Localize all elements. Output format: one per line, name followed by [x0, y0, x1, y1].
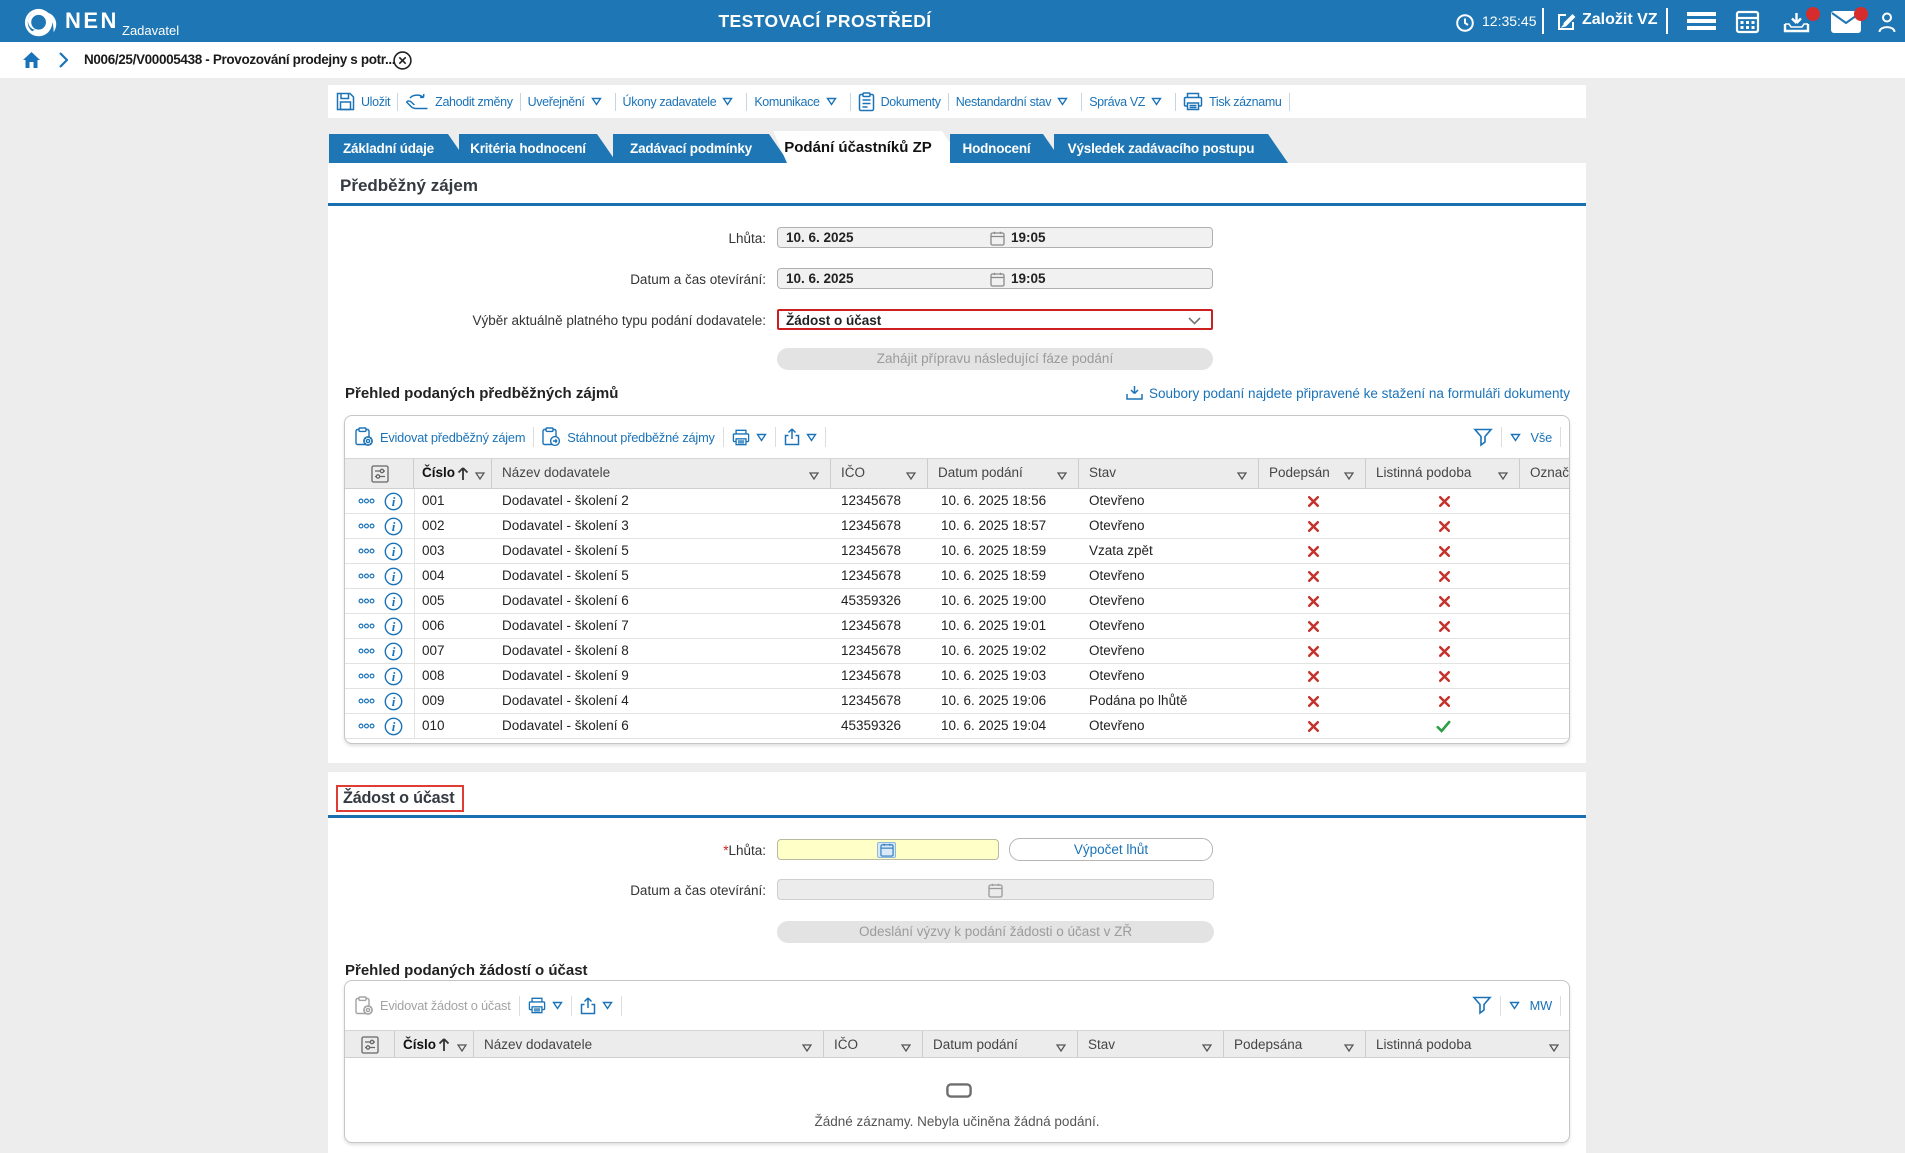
svg-text:i: i	[392, 519, 396, 534]
svg-text:i: i	[392, 494, 396, 509]
svg-text:i: i	[392, 569, 396, 584]
svg-text:i: i	[392, 644, 396, 659]
svg-text:i: i	[392, 719, 396, 734]
svg-text:i: i	[392, 694, 396, 709]
svg-text:i: i	[392, 619, 396, 634]
svg-text:i: i	[392, 544, 396, 559]
svg-text:i: i	[392, 594, 396, 609]
svg-text:i: i	[392, 669, 396, 684]
